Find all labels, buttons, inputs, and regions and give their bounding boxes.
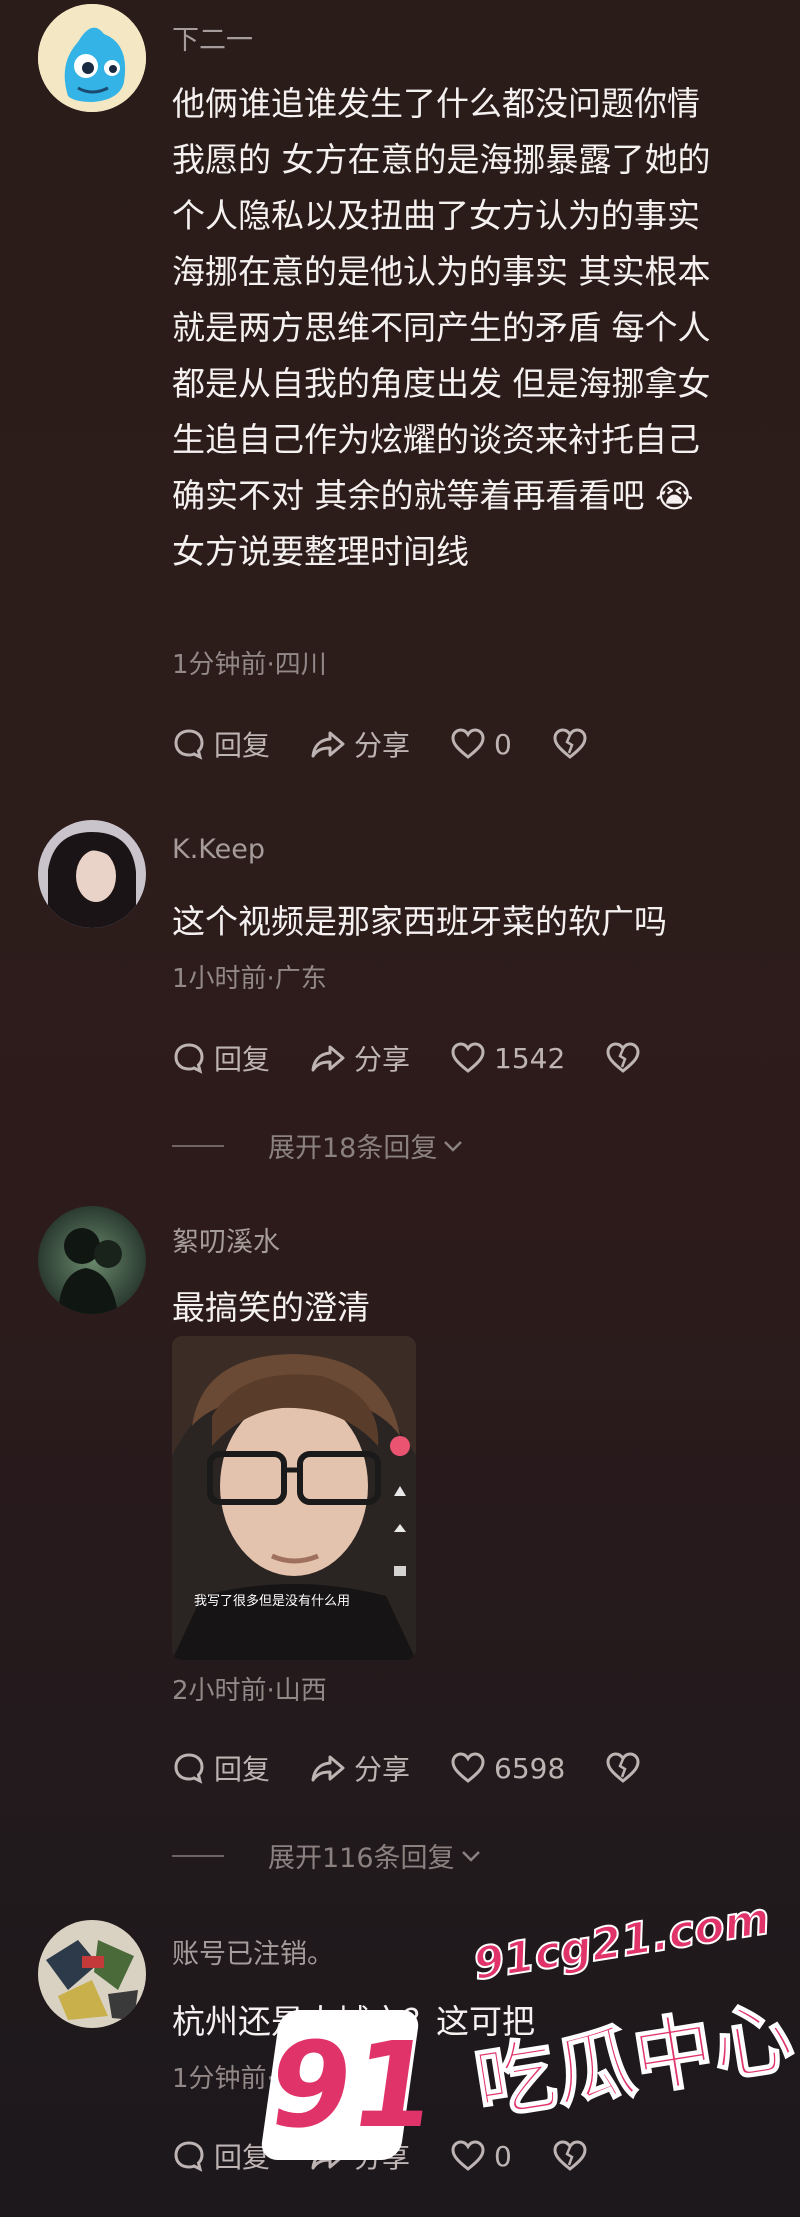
video-caption: 我写了很多但是没有什么用 [194,1594,351,1609]
dislike-button[interactable] [605,1751,649,1785]
avatar[interactable] [38,1920,146,2028]
like-button[interactable]: 6598 [450,1751,565,1785]
share-label: 分享 [354,1753,411,1786]
broken-heart-icon [606,1042,640,1073]
avatar[interactable] [38,1206,146,1314]
heart-icon [451,1752,485,1783]
video-frame [172,1336,416,1660]
reply-icon [174,729,204,760]
reply-label: 回复 [214,1753,271,1786]
broken-heart-icon [553,728,587,759]
like-count: 6598 [494,1751,566,1785]
chevron-down-icon [444,1140,463,1152]
comment-line: 确实不对 其余的就等着再看看吧 😭 [172,476,694,515]
watermark-title: 吃瓜中心 [468,1989,800,2133]
avatar[interactable] [38,4,146,112]
like-button[interactable]: 0 [450,727,512,761]
comment-text: 他俩谁追谁发生了什么都没问题你情 我愿的 女方在意的是海挪暴露了她的 个人隐私以… [172,76,742,580]
dislike-button[interactable] [552,727,596,761]
share-button[interactable]: 分享 [310,724,410,764]
comment-line: 就是两方思维不同产生的矛盾 每个人 [172,308,711,347]
reply-label: 回复 [214,729,271,762]
reply-button[interactable]: 回复 [172,1748,270,1788]
comment-line: 女方说要整理时间线 [172,532,469,571]
comment-line: 都是从自我的角度出发 但是海挪拿女 [172,364,711,403]
reply-icon [174,2141,204,2172]
share-icon [311,1755,345,1782]
reply-button[interactable]: 回复 [172,1038,270,1078]
watermark-number: 91 [259,2010,444,2160]
share-icon [311,1045,345,1072]
expand-label: 展开116条回复 [268,1843,455,1874]
broken-heart-icon [606,1752,640,1783]
share-button[interactable]: 分享 [310,1748,410,1788]
comment-text: 最搞笑的澄清 [172,1288,370,1327]
comment-text: 这个视频是那家西班牙菜的软广吗 [172,902,667,941]
expand-replies-button[interactable]: 展开18条回复 [172,1126,465,1165]
comment-line: 个人隐私以及扭曲了女方认为的事实 [172,196,700,235]
avatar-photo-icon [38,1206,146,1314]
like-count: 1542 [494,1041,566,1075]
dislike-button[interactable] [605,1041,649,1075]
comment-line: 生追自己作为炫耀的谈资来衬托自己 [172,420,700,459]
heart-icon [451,728,485,759]
chevron-down-icon [461,1850,480,1862]
comment-actions: 回复 分享 0 [172,722,636,766]
comment-line: 他俩谁追谁发生了什么都没问题你情 [172,84,700,123]
comment-actions: 回复 分享 1542 [172,1036,689,1080]
reply-label: 回复 [214,1043,271,1076]
username[interactable]: K.Keep [172,834,265,865]
comment-meta: 1分钟前·四川 [172,650,327,680]
comment-meta: 1小时前·广东 [172,964,327,994]
username[interactable]: 絮叨溪水 [172,1220,280,1259]
share-button[interactable]: 分享 [310,1038,410,1078]
avatar-photo-icon [38,820,146,928]
comment-line: 我愿的 女方在意的是海挪暴露了她的 [172,140,711,179]
divider [172,1144,224,1147]
avatar-cartoon-icon [38,4,146,112]
share-icon [311,731,345,758]
reply-button[interactable]: 回复 [172,724,270,764]
heart-icon [451,1042,485,1073]
watermark-site: 91cg21.com [469,1892,774,1991]
comment-meta: 2小时前·山西 [172,1676,327,1706]
video-thumbnail[interactable]: 我写了很多但是没有什么用 [172,1336,416,1660]
reply-icon [174,1043,204,1074]
username[interactable]: 下二一 [172,18,253,57]
avatar-illustration-icon [38,1920,146,2028]
expand-label: 展开18条回复 [268,1133,438,1164]
share-label: 分享 [354,1043,411,1076]
divider [172,1854,224,1857]
comment-actions: 回复 分享 6598 [172,1746,689,1790]
comment-line: 海挪在意的是他认为的事实 其实根本 [172,252,711,291]
watermark: 91 91cg21.com 吃瓜中心 [230,1892,800,2200]
like-count: 0 [494,727,512,761]
share-label: 分享 [354,729,411,762]
avatar[interactable] [38,820,146,928]
reply-icon [174,1753,204,1784]
like-button[interactable]: 1542 [450,1041,565,1075]
expand-replies-button[interactable]: 展开116条回复 [172,1836,483,1875]
